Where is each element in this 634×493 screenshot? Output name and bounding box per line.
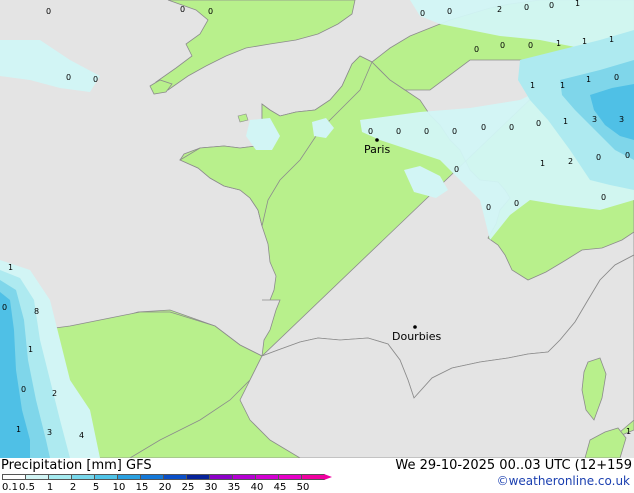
dourbies-label: Dourbies [392, 330, 442, 343]
rain-value-label: 1 [563, 117, 568, 126]
rain-value-label: 0 [2, 303, 7, 312]
rain-value-label: 3 [47, 428, 52, 437]
rain-value-label: 0 [500, 41, 505, 50]
legend-arrow-icon [324, 474, 332, 480]
rain-value-label: 2 [52, 389, 57, 398]
chart-title: Precipitation [mm] GFS [1, 458, 152, 473]
legend-swatch [232, 474, 256, 480]
rain-value-label: 0 [509, 123, 514, 132]
rain-value-label: 0 [368, 127, 373, 136]
legend-label: 20 [158, 482, 172, 493]
rain-value-label: 0 [514, 199, 519, 208]
rain-value-label: 0 [536, 119, 541, 128]
rain-value-label: 3 [592, 115, 597, 124]
legend-label: 50 [296, 482, 310, 493]
legend-label: 40 [250, 482, 264, 493]
credit-link[interactable]: ©weatheronline.co.uk [497, 474, 630, 488]
rain-value-label: 0 [180, 5, 185, 14]
legend-swatch [71, 474, 95, 480]
legend-swatch [117, 474, 141, 480]
rain-value-label: 1 [609, 35, 614, 44]
legend-swatch [278, 474, 302, 480]
legend-swatch [140, 474, 164, 480]
legend-label: 15 [135, 482, 149, 493]
rain-value-label: 0 [21, 385, 26, 394]
rain-value-label: 1 [530, 81, 535, 90]
rain-value-label: 0 [625, 151, 630, 160]
paris-label: Paris [364, 143, 390, 156]
legend-labels: 0.1 0.5 1 2 5 10 15 20 25 30 35 40 45 50 [0, 482, 340, 493]
legend-label: 0.1 [2, 482, 18, 493]
precipitation-map: 0 0 0 0 0 2 0 0 1 0 0 0 1 1 1 0 0 1 1 1 0 1 3 3 0 0 0 0 0 0 0 0 1 2 0 0 0 0 0 1… [0, 0, 634, 458]
rain-value-label: 1 [626, 427, 631, 436]
legend-label: 0.5 [19, 482, 35, 493]
rain-value-label: 0 [66, 73, 71, 82]
rain-value-label: 1 [560, 81, 565, 90]
rain-value-label: 0 [424, 127, 429, 136]
rain-value-label: 0 [481, 123, 486, 132]
legend-label: 2 [69, 482, 77, 493]
rain-value-label: 0 [486, 203, 491, 212]
legend-label: 45 [273, 482, 287, 493]
rain-value-label: 0 [549, 1, 554, 10]
legend-swatch [209, 474, 233, 480]
paris-dot [375, 138, 379, 142]
legend-swatch [255, 474, 279, 480]
rain-value-label: 1 [16, 425, 21, 434]
legend-label: 5 [92, 482, 100, 493]
rain-value-label: 0 [614, 73, 619, 82]
rain-value-label: 1 [540, 159, 545, 168]
rain-value-label: 0 [524, 3, 529, 12]
dourbies-dot [413, 325, 417, 329]
valid-time: We 29-10-2025 00..03 UTC (12+159 [395, 458, 632, 473]
legend-label: 1 [46, 482, 54, 493]
rain-value-label: 0 [474, 45, 479, 54]
rain-value-label: 1 [8, 263, 13, 272]
rain-value-label: 0 [601, 193, 606, 202]
rain-value-label: 0 [208, 7, 213, 16]
legend-swatch [301, 474, 325, 480]
legend-swatch [48, 474, 72, 480]
legend-swatch [94, 474, 118, 480]
legend-label: 25 [181, 482, 195, 493]
rain-value-label: 2 [497, 5, 502, 14]
rain-value-label: 1 [586, 75, 591, 84]
legend-swatch [2, 474, 26, 480]
rain-value-label: 2 [568, 157, 573, 166]
rain-value-label: 0 [452, 127, 457, 136]
rain-value-label: 3 [619, 115, 624, 124]
rain-value-label: 1 [575, 0, 580, 8]
rain-value-label: 1 [28, 345, 33, 354]
rain-value-label: 0 [93, 75, 98, 84]
legend-label: 30 [204, 482, 218, 493]
rain-value-label: 0 [454, 165, 459, 174]
rain-value-label: 0 [447, 7, 452, 16]
rain-value-label: 0 [396, 127, 401, 136]
footer: Precipitation [mm] GFS We 29-10-2025 00.… [0, 458, 634, 493]
rain-value-label: 1 [556, 39, 561, 48]
rain-value-label: 0 [46, 7, 51, 16]
rain-value-label: 8 [34, 307, 39, 316]
legend-swatch [186, 474, 210, 480]
legend-label: 10 [112, 482, 126, 493]
rain-value-label: 4 [79, 431, 84, 440]
legend-swatch [163, 474, 187, 480]
rain-value-label: 0 [420, 9, 425, 18]
legend-label: 35 [227, 482, 241, 493]
rain-value-label: 0 [528, 41, 533, 50]
rain-value-label: 1 [582, 37, 587, 46]
rain-value-label: 0 [596, 153, 601, 162]
legend-swatch [25, 474, 49, 480]
